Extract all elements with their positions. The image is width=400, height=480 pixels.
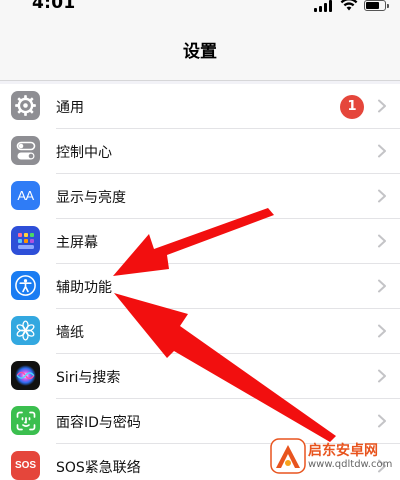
- watermark-logo-icon: [270, 438, 306, 474]
- settings-item-label: 墙纸: [56, 325, 84, 341]
- settings-item-display-brightness[interactable]: AA 显示与亮度: [0, 174, 400, 219]
- chevron-right-icon: [378, 414, 386, 428]
- cellular-signal-icon: [314, 0, 336, 12]
- watermark: 启东安卓网 www.qdltdw.com: [268, 438, 400, 480]
- settings-item-accessibility[interactable]: 辅助功能: [0, 264, 400, 309]
- settings-item-control-center[interactable]: 控制中心: [0, 129, 400, 174]
- gear-icon: [11, 91, 40, 120]
- settings-item-label: 辅助功能: [56, 280, 112, 296]
- settings-item-label: 面容ID与密码: [56, 415, 141, 431]
- watermark-name: 启东安卓网: [308, 443, 378, 459]
- chevron-right-icon: [378, 99, 386, 113]
- settings-item-wallpaper[interactable]: 墙纸: [0, 309, 400, 354]
- settings-item-label: 主屏幕: [56, 235, 98, 251]
- chevron-right-icon: [378, 144, 386, 158]
- settings-item-label: Siri与搜索: [56, 370, 121, 386]
- accessibility-person-icon: [11, 271, 40, 300]
- settings-item-label: SOS紧急联络: [56, 460, 141, 476]
- flower-icon: [11, 316, 40, 345]
- settings-item-general[interactable]: 通用 1: [0, 84, 400, 129]
- settings-item-label: 显示与亮度: [56, 190, 126, 206]
- settings-item-label: 通用: [56, 100, 84, 116]
- wifi-icon: [340, 0, 358, 11]
- home-screen-grid-icon: [11, 226, 40, 255]
- face-id-icon: [11, 406, 40, 435]
- chevron-right-icon: [378, 369, 386, 383]
- chevron-right-icon: [378, 324, 386, 338]
- sos-icon: SOS: [11, 451, 40, 480]
- sos-glyph: SOS: [14, 460, 37, 471]
- text-size-icon: AA: [11, 181, 40, 210]
- battery-icon: [364, 0, 389, 11]
- status-bar: 4:01: [0, 0, 400, 20]
- text-size-glyph: AA: [17, 188, 34, 203]
- chevron-right-icon: [378, 189, 386, 203]
- chevron-right-icon: [378, 234, 386, 248]
- settings-item-label: 控制中心: [56, 145, 112, 161]
- settings-item-home-screen[interactable]: 主屏幕: [0, 219, 400, 264]
- settings-item-siri-search[interactable]: Siri与搜索: [0, 354, 400, 399]
- page-title: 设置: [183, 42, 217, 62]
- toggle-switches-icon: [11, 136, 40, 165]
- watermark-url: www.qdltdw.com: [308, 459, 393, 470]
- chevron-right-icon: [378, 279, 386, 293]
- notification-badge: 1: [340, 95, 364, 119]
- status-time: 4:01: [32, 0, 76, 13]
- settings-list: 通用 1 控制中心 AA 显示与亮度 主屏幕 辅助功能 墙纸 Siri与搜索 面…: [0, 84, 400, 480]
- navigation-header: 设置: [0, 20, 400, 81]
- siri-icon: [11, 361, 40, 390]
